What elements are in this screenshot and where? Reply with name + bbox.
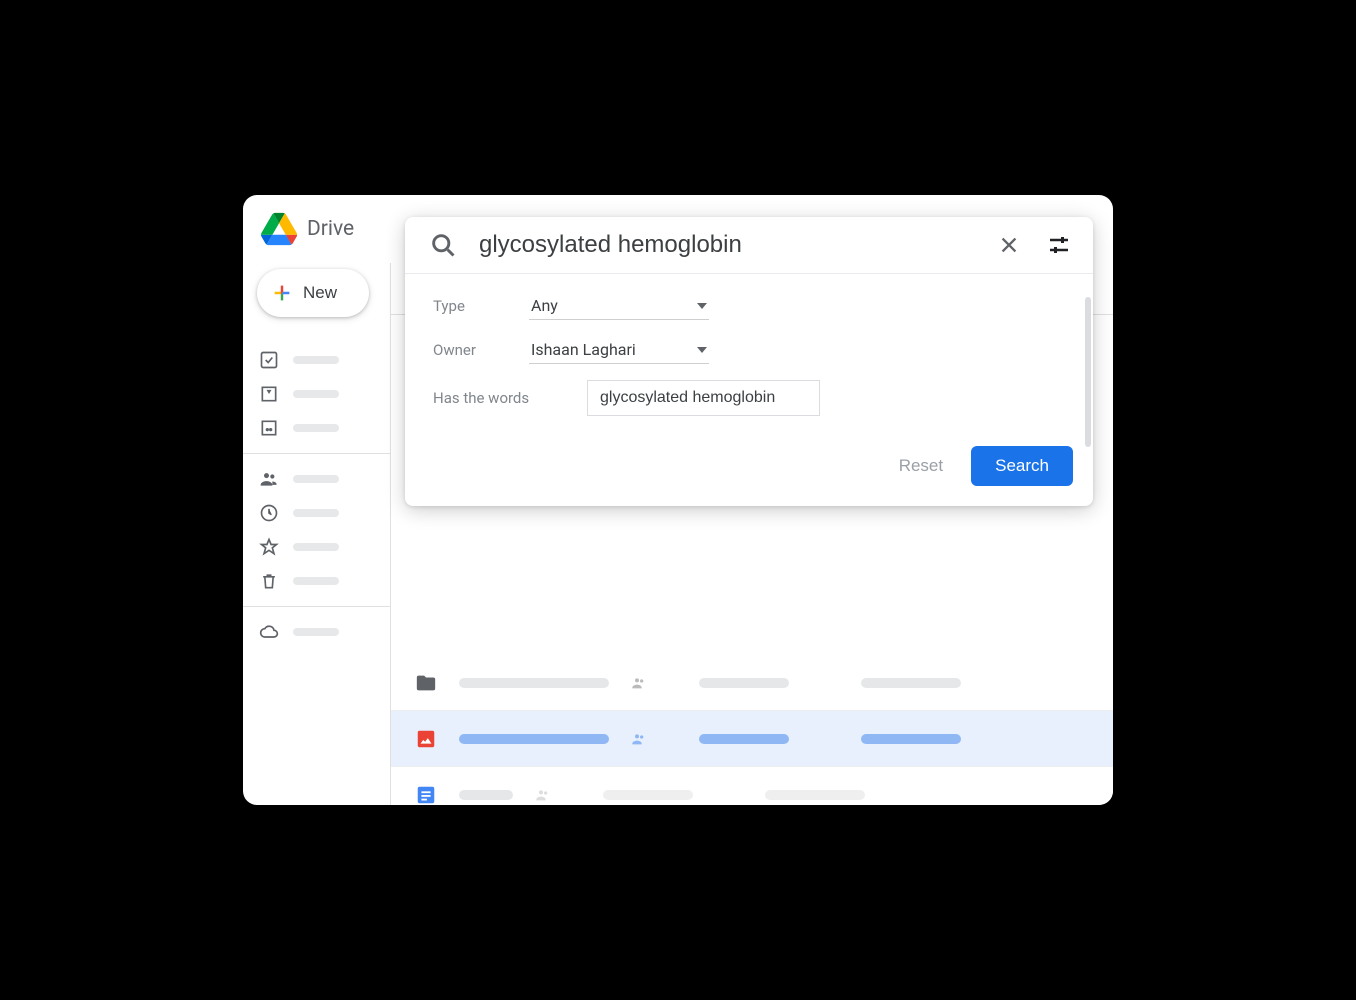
type-filter-select[interactable]: Any — [529, 292, 709, 320]
owner-filter-label: Owner — [433, 341, 529, 359]
sidebar-item-label — [293, 424, 339, 432]
sidebar-item-recent[interactable] — [243, 496, 390, 530]
close-icon — [998, 234, 1020, 256]
shared-drives-icon — [259, 418, 279, 438]
file-row[interactable] — [391, 655, 1113, 711]
search-options-button[interactable] — [1045, 231, 1073, 259]
search-input[interactable] — [479, 231, 973, 259]
clear-search-button[interactable] — [995, 231, 1023, 259]
new-button[interactable]: New — [257, 269, 369, 317]
shared-icon — [535, 787, 551, 803]
sidebar-item-shared-drives[interactable] — [243, 411, 390, 445]
reset-button[interactable]: Reset — [899, 456, 943, 476]
drive-logo-icon — [261, 211, 297, 247]
file-row[interactable] — [391, 767, 1113, 805]
sidebar-item-priority[interactable] — [243, 343, 390, 377]
people-icon — [259, 469, 279, 489]
trash-icon — [259, 571, 279, 591]
has-words-input[interactable] — [587, 380, 820, 416]
owner-filter-select[interactable]: Ishaan Laghari — [529, 336, 709, 364]
new-button-label: New — [303, 283, 337, 303]
image-file-icon — [415, 728, 437, 750]
sidebar-item-label — [293, 543, 339, 551]
chevron-down-icon — [697, 347, 707, 353]
star-icon — [259, 537, 279, 557]
owner-filter-value: Ishaan Laghari — [531, 340, 636, 359]
sidebar-item-label — [293, 509, 339, 517]
sidebar-item-label — [293, 356, 339, 364]
drive-icon — [259, 384, 279, 404]
cloud-icon — [259, 622, 279, 642]
check-box-icon — [259, 350, 279, 370]
sidebar-item-label — [293, 475, 339, 483]
sidebar-item-label — [293, 577, 339, 585]
folder-shared-icon — [415, 672, 437, 694]
sidebar-item-shared[interactable] — [243, 462, 390, 496]
sidebar-item-label — [293, 628, 339, 636]
tune-icon — [1047, 233, 1071, 257]
sidebar-item-trash[interactable] — [243, 564, 390, 598]
app-logo-block[interactable]: Drive — [261, 211, 411, 247]
file-list — [391, 655, 1113, 805]
sidebar: New — [243, 263, 391, 805]
search-button[interactable]: Search — [971, 446, 1073, 486]
search-panel: Type Any Owner Ishaan Laghari Has the wo… — [405, 217, 1093, 506]
sidebar-item-label — [293, 390, 339, 398]
sidebar-item-starred[interactable] — [243, 530, 390, 564]
sidebar-item-mydrive[interactable] — [243, 377, 390, 411]
plus-icon — [271, 282, 293, 304]
panel-scrollbar[interactable] — [1085, 297, 1091, 447]
type-filter-label: Type — [433, 297, 529, 315]
docs-file-icon — [415, 784, 437, 805]
search-icon — [429, 231, 457, 259]
sidebar-item-storage[interactable] — [243, 615, 390, 649]
shared-icon — [631, 731, 647, 747]
app-name: Drive — [307, 217, 354, 241]
chevron-down-icon — [697, 303, 707, 309]
words-filter-label: Has the words — [433, 389, 587, 407]
drive-window: Drive New — [243, 195, 1113, 805]
shared-icon — [631, 675, 647, 691]
type-filter-value: Any — [531, 296, 558, 315]
file-row-selected[interactable] — [391, 711, 1113, 767]
clock-icon — [259, 503, 279, 523]
